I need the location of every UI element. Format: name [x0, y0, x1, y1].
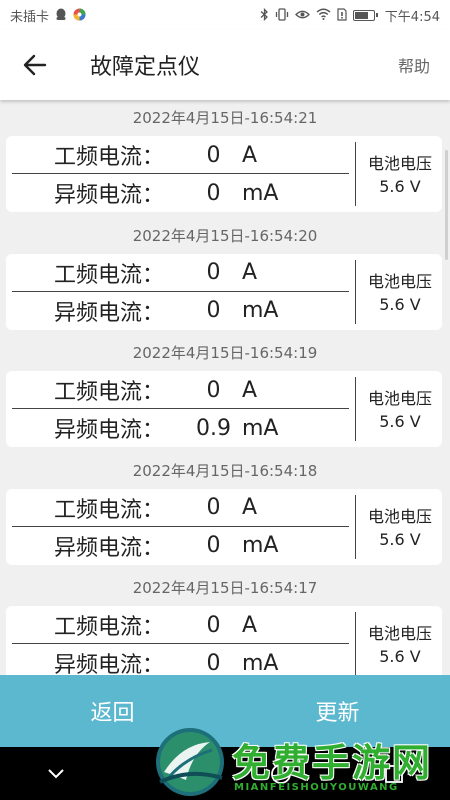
list-item: 2022年4月15日-16:54:17 工频电流： 0 A 异频电流： 0 mA…	[0, 570, 450, 675]
status-right: 下午4:54	[260, 6, 440, 25]
battery-voltage-value: 5.6 V	[379, 412, 421, 431]
abnormal-frequency-unit: mA	[242, 650, 279, 676]
vertical-divider	[355, 259, 356, 324]
power-frequency-value: 0	[206, 495, 221, 520]
power-frequency-row: 工频电流： 0 A	[6, 254, 356, 292]
abnormal-frequency-label: 异频电流：	[54, 653, 165, 675]
abnormal-frequency-unit: mA	[242, 415, 279, 441]
power-frequency-value: 0	[206, 142, 221, 168]
vertical-divider	[355, 377, 356, 441]
power-frequency-value: 0	[206, 260, 221, 285]
abnormal-frequency-value: 0	[206, 650, 221, 676]
app-bar: 故障定点仪 帮助	[0, 30, 450, 100]
battery-voltage-label: 电池电压	[367, 624, 432, 643]
abnormal-frequency-label: 异频电流：	[54, 535, 165, 561]
action-bar: 返回 更新	[0, 675, 450, 747]
wheel-icon	[73, 8, 86, 23]
status-time: 下午4:54	[384, 9, 440, 25]
help-button[interactable]: 帮助	[398, 53, 430, 77]
power-frequency-value: 0	[206, 612, 221, 638]
list-item: 2022年4月15日-16:54:19 工频电流： 0 A 异频电流： 0.9 …	[0, 335, 450, 453]
battery-voltage-value: 5.6 V	[379, 177, 421, 196]
record-card[interactable]: 工频电流： 0 A 异频电流： 0 mA 电池电压 5.6 V	[6, 488, 442, 565]
power-frequency-label: 工频电流：	[54, 497, 165, 523]
battery-voltage-label: 电池电压	[367, 271, 432, 291]
power-frequency-row: 工频电流： 0 A	[6, 136, 356, 174]
abnormal-frequency-row: 异频电流： 0 mA	[6, 644, 356, 676]
system-nav-bar	[0, 747, 450, 800]
power-frequency-label: 工频电流：	[54, 615, 165, 640]
power-frequency-unit: A	[242, 495, 258, 520]
list-item: 2022年4月15日-16:54:20 工频电流： 0 A 异频电流： 0 mA…	[0, 218, 450, 336]
records-list[interactable]: 2022年4月15日-16:54:21 工频电流： 0 A 异频电流： 0 mA…	[0, 100, 450, 675]
bluetooth-icon	[260, 7, 269, 23]
status-left: 未插卡	[10, 6, 86, 25]
abnormal-frequency-row: 异频电流： 0.9 mA	[6, 409, 356, 447]
list-item: 2022年4月15日-16:54:18 工频电流： 0 A 异频电流： 0 mA…	[0, 453, 450, 571]
power-frequency-label: 工频电流：	[54, 262, 165, 288]
list-item: 2022年4月15日-16:54:21 工频电流： 0 A 异频电流： 0 mA…	[0, 100, 450, 218]
scrollbar[interactable]	[445, 150, 448, 260]
record-timestamp: 2022年4月15日-16:54:17	[132, 579, 318, 597]
battery-voltage-value: 5.6 V	[379, 647, 421, 666]
record-timestamp: 2022年4月15日-16:54:19	[132, 344, 318, 362]
status-bar: 未插卡 下午4:54	[0, 0, 450, 30]
power-frequency-unit: A	[242, 142, 258, 168]
eye-icon	[294, 9, 310, 22]
battery-voltage-label: 电池电压	[367, 154, 432, 173]
record-card[interactable]: 工频电流： 0 A 异频电流： 0.9 mA 电池电压 5.6 V	[6, 371, 442, 447]
power-frequency-label: 工频电流：	[54, 145, 165, 170]
carrier-text: 未插卡	[10, 9, 50, 25]
vertical-divider	[355, 494, 356, 559]
abnormal-frequency-unit: mA	[242, 180, 279, 206]
battery-icon	[352, 9, 378, 21]
power-frequency-row: 工频电流： 0 A	[6, 489, 356, 527]
arrow-left-icon[interactable]	[0, 30, 70, 100]
abnormal-frequency-value: 0	[206, 298, 221, 323]
abnormal-frequency-unit: mA	[242, 298, 279, 323]
chevron-down-icon[interactable]	[36, 754, 76, 794]
power-frequency-unit: A	[242, 612, 258, 638]
wifi-icon	[316, 8, 331, 22]
power-frequency-value: 0	[206, 377, 221, 403]
abnormal-frequency-row: 异频电流： 0 mA	[6, 292, 356, 330]
back-button[interactable]: 返回	[0, 675, 225, 747]
power-frequency-row: 工频电流： 0 A	[6, 606, 356, 644]
abnormal-frequency-row: 异频电流： 0 mA	[6, 174, 356, 212]
vertical-divider	[355, 612, 356, 675]
abnormal-frequency-value: 0.9	[196, 415, 231, 441]
refresh-button[interactable]: 更新	[225, 675, 450, 747]
battery-voltage-value: 5.6 V	[379, 294, 421, 314]
record-timestamp: 2022年4月15日-16:54:18	[132, 461, 318, 480]
abnormal-frequency-row: 异频电流： 0 mA	[6, 527, 356, 565]
record-card[interactable]: 工频电流： 0 A 异频电流： 0 mA 电池电压 5.6 V	[6, 136, 442, 212]
abnormal-frequency-label: 异频电流：	[54, 183, 165, 208]
abnormal-frequency-value: 0	[206, 533, 221, 558]
power-frequency-unit: A	[242, 260, 258, 285]
battery-voltage-label: 电池电压	[367, 389, 432, 408]
record-timestamp: 2022年4月15日-16:54:20	[132, 226, 318, 245]
abnormal-frequency-unit: mA	[242, 533, 279, 558]
abnormal-frequency-label: 异频电流：	[54, 300, 165, 326]
abnormal-frequency-label: 异频电流：	[54, 418, 165, 443]
qq-icon	[55, 8, 67, 23]
battery-voltage-label: 电池电压	[367, 506, 432, 526]
recents-square-icon[interactable]	[374, 754, 414, 794]
power-frequency-unit: A	[242, 377, 258, 403]
record-card[interactable]: 工频电流： 0 A 异频电流： 0 mA 电池电压 5.6 V	[6, 253, 442, 330]
power-frequency-label: 工频电流：	[54, 380, 165, 405]
sim-icon	[337, 7, 347, 23]
home-circle-icon[interactable]	[261, 754, 301, 794]
back-triangle-icon[interactable]	[149, 754, 189, 794]
vertical-divider	[355, 142, 356, 206]
record-timestamp: 2022年4月15日-16:54:21	[132, 109, 318, 127]
abnormal-frequency-value: 0	[206, 180, 221, 206]
battery-voltage-value: 5.6 V	[379, 529, 421, 549]
vibrate-icon	[275, 7, 289, 23]
record-card[interactable]: 工频电流： 0 A 异频电流： 0 mA 电池电压 5.6 V	[6, 606, 442, 675]
page-title: 故障定点仪	[90, 55, 201, 80]
power-frequency-row: 工频电流： 0 A	[6, 371, 356, 409]
